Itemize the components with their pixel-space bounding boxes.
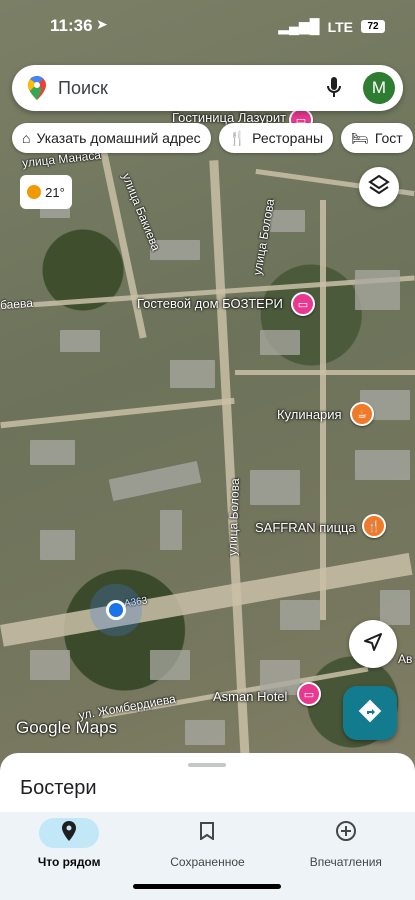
account-avatar[interactable]: M xyxy=(363,72,395,104)
chip-label: Указать домашний адрес xyxy=(36,130,201,146)
weather-badge[interactable]: 21° xyxy=(20,175,72,209)
category-chips: ⌂ Указать домашний адрес 🍴 Рестораны 🛏 Г… xyxy=(12,123,413,153)
street-label-bolotova-south: улица Болова xyxy=(225,478,243,556)
microphone-icon[interactable] xyxy=(327,77,341,104)
nav-contribute[interactable]: Впечатления xyxy=(277,812,415,900)
food-pin-icon[interactable]: 🍴 xyxy=(362,514,386,538)
food-pin-icon[interactable]: ☕ xyxy=(350,402,374,426)
chip-label: Рестораны xyxy=(252,130,324,146)
hotel-icon: 🛏 xyxy=(351,129,369,146)
weather-temperature: 21° xyxy=(45,184,65,200)
nav-label: Что рядом xyxy=(37,855,101,869)
directions-icon xyxy=(358,699,382,728)
poi-label-bozteri[interactable]: Гостевой дом БОЗТЕРИ xyxy=(137,296,283,311)
location-arrow-icon: ➤ xyxy=(96,16,108,32)
battery-icon: 72 xyxy=(361,20,385,33)
google-maps-pin-icon xyxy=(28,76,46,105)
search-input[interactable]: Поиск xyxy=(58,78,108,99)
my-location-button[interactable] xyxy=(349,620,397,668)
sheet-title: Бостери xyxy=(20,777,97,799)
status-time: 11:36 xyxy=(50,16,93,35)
street-label-baeva: баева xyxy=(0,295,34,313)
sheet-drag-handle[interactable] xyxy=(188,763,226,767)
home-icon: ⌂ xyxy=(22,130,31,146)
sun-icon xyxy=(27,185,42,199)
signal-icon: ▂▄▆█ xyxy=(278,18,320,34)
nav-label: Сохраненное xyxy=(170,855,245,869)
chip-label: Гост xyxy=(374,130,403,146)
street-label-av: Ав xyxy=(398,652,413,666)
hotel-pin-icon[interactable]: ▭ xyxy=(297,682,321,706)
location-pin-icon xyxy=(61,820,77,846)
nav-label: Впечатления xyxy=(309,855,382,869)
poi-label-saffran[interactable]: SAFFRAN пицца xyxy=(255,520,356,535)
add-circle-icon xyxy=(335,820,357,847)
nav-explore[interactable]: Что рядом xyxy=(0,812,138,900)
restaurant-icon: 🍴 xyxy=(228,129,247,146)
place-sheet[interactable]: Бостери xyxy=(0,753,415,813)
current-location-dot xyxy=(106,600,126,620)
directions-button[interactable] xyxy=(343,686,397,740)
poi-label-kulinaria[interactable]: Кулинария xyxy=(277,407,342,422)
layers-icon xyxy=(368,174,390,201)
google-maps-logo: Google Maps xyxy=(16,718,118,737)
search-bar[interactable]: Поиск M xyxy=(12,65,403,111)
chip-home-address[interactable]: ⌂ Указать домашний адрес xyxy=(12,123,211,153)
street-label-bolotova-north: улица Болова xyxy=(250,197,278,277)
status-bar: 11:36 ➤ ▂▄▆█ LTE 72 xyxy=(0,14,415,38)
home-indicator xyxy=(133,884,281,889)
navigation-arrow-icon xyxy=(363,632,383,657)
hotel-pin-icon[interactable]: ▭ xyxy=(291,292,315,316)
poi-label-asman[interactable]: Asman Hotel xyxy=(213,689,287,704)
chip-restaurants[interactable]: 🍴 Рестораны xyxy=(218,123,334,153)
layers-button[interactable] xyxy=(359,167,399,207)
network-type: LTE xyxy=(327,18,353,35)
bookmark-icon xyxy=(200,821,215,845)
chip-hotels[interactable]: 🛏 Гост xyxy=(341,123,413,153)
